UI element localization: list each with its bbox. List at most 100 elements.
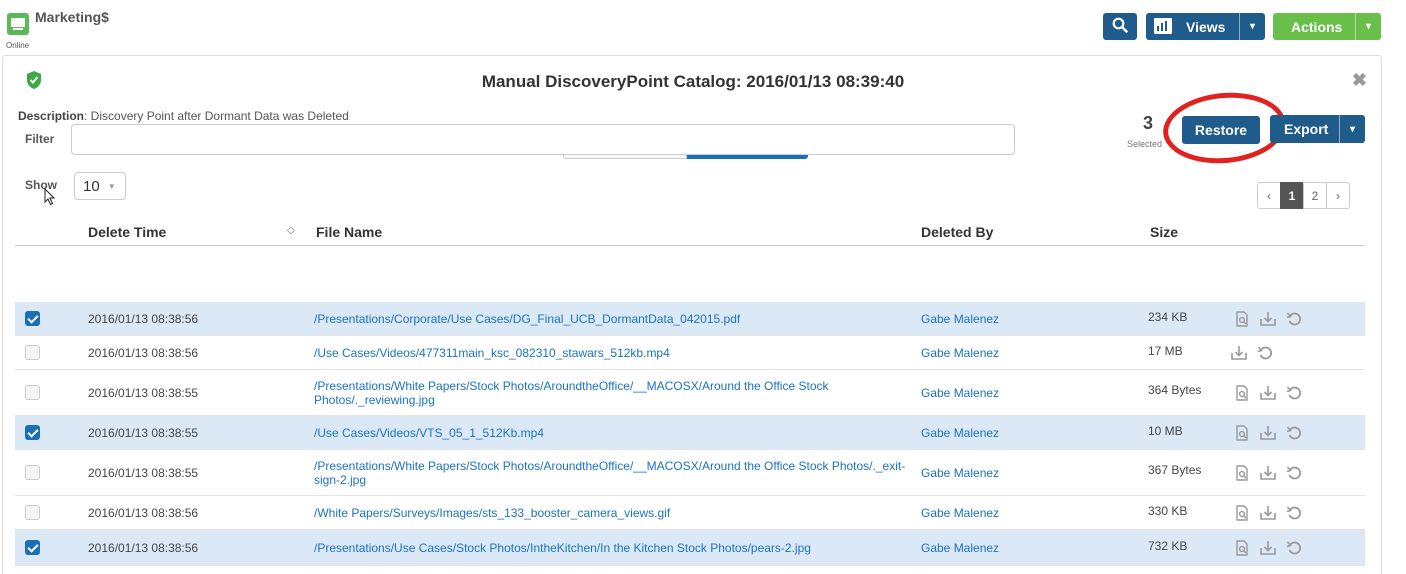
table-header: Delete Time ◇ File Name Deleted By Size bbox=[15, 218, 1365, 246]
export-label: Export bbox=[1284, 121, 1329, 137]
restore-icon[interactable] bbox=[1285, 539, 1303, 557]
download-icon[interactable] bbox=[1259, 464, 1277, 482]
deleted-by-link[interactable]: Gabe Malenez bbox=[921, 312, 999, 326]
deleted-by-link[interactable]: Gabe Malenez bbox=[921, 386, 999, 400]
filter-input[interactable] bbox=[71, 124, 1015, 155]
column-file-name[interactable]: File Name bbox=[316, 224, 382, 240]
chevron-down-icon: ▼ bbox=[107, 181, 116, 191]
actions-button[interactable]: Actions ▾ bbox=[1273, 13, 1381, 40]
column-deleted-by[interactable]: Deleted By bbox=[921, 224, 993, 240]
file-name-link[interactable]: /Use Cases/Videos/477311main_ksc_082310_… bbox=[314, 346, 906, 360]
pagination-page-2[interactable]: 2 bbox=[1303, 182, 1327, 209]
file-size: 234 KB bbox=[1148, 310, 1188, 324]
file-name-link[interactable]: /White Papers/Surveys/Images/sts_133_boo… bbox=[314, 506, 906, 520]
network-share-icon bbox=[7, 13, 29, 35]
file-name-link[interactable]: /Presentations/White Papers/Stock Photos… bbox=[314, 459, 906, 487]
delete-time: 2016/01/13 08:38:56 bbox=[88, 541, 199, 555]
page-size-value: 10 bbox=[83, 177, 100, 195]
table-row[interactable]: 2016/01/13 08:38:56/White Papers/Surveys… bbox=[15, 496, 1365, 530]
restore-icon[interactable] bbox=[1285, 384, 1303, 402]
file-name-link[interactable]: /Use Cases/Videos/VTS_05_1_512Kb.mp4 bbox=[314, 426, 906, 440]
restore-icon[interactable] bbox=[1285, 464, 1303, 482]
description-text: : Discovery Point after Dormant Data was… bbox=[84, 109, 349, 123]
deleted-by-link[interactable]: Gabe Malenez bbox=[921, 426, 999, 440]
download-icon[interactable] bbox=[1259, 310, 1277, 328]
row-checkbox[interactable] bbox=[25, 345, 40, 360]
file-size: 17 MB bbox=[1148, 344, 1183, 358]
deleted-by-link[interactable]: Gabe Malenez bbox=[921, 346, 999, 360]
column-delete-time[interactable]: Delete Time bbox=[88, 224, 166, 240]
pagination-page-1[interactable]: 1 bbox=[1280, 182, 1304, 209]
caret-down-icon[interactable]: ▾ bbox=[1239, 13, 1265, 40]
file-size: 732 KB bbox=[1148, 539, 1188, 553]
sort-icon[interactable]: ◇ bbox=[287, 225, 295, 236]
mouse-cursor-icon bbox=[44, 187, 56, 209]
pagination-next[interactable]: › bbox=[1326, 182, 1350, 209]
pagination: ‹ 1 2 › bbox=[1257, 182, 1350, 209]
column-size[interactable]: Size bbox=[1150, 224, 1178, 240]
views-button[interactable]: Views ▾ bbox=[1146, 13, 1265, 40]
description-label: Description bbox=[18, 109, 85, 123]
table-row[interactable]: 2016/01/13 08:38:56/Use Cases/Videos/477… bbox=[15, 336, 1365, 370]
download-icon[interactable] bbox=[1259, 424, 1277, 442]
file-name-link[interactable]: /Presentations/White Papers/Stock Photos… bbox=[314, 379, 906, 407]
preview-icon[interactable] bbox=[1233, 384, 1251, 402]
row-checkbox[interactable] bbox=[25, 425, 40, 440]
delete-time: 2016/01/13 08:38:55 bbox=[88, 386, 199, 400]
file-name-link[interactable]: /Presentations/Use Cases/Stock Photos/In… bbox=[314, 541, 906, 555]
share-status: Online bbox=[6, 41, 30, 50]
row-actions bbox=[1230, 344, 1274, 362]
caret-down-icon[interactable]: ▾ bbox=[1355, 13, 1381, 40]
download-icon[interactable] bbox=[1259, 384, 1277, 402]
preview-icon[interactable] bbox=[1233, 310, 1251, 328]
file-name-link[interactable]: /Presentations/Corporate/Use Cases/DG_Fi… bbox=[314, 312, 906, 326]
restore-icon[interactable] bbox=[1285, 424, 1303, 442]
bar-chart-icon bbox=[1154, 18, 1172, 34]
table-row[interactable]: 2016/01/13 08:38:55/Presentations/White … bbox=[15, 370, 1365, 416]
restore-icon[interactable] bbox=[1256, 344, 1274, 362]
delete-time: 2016/01/13 08:38:56 bbox=[88, 506, 199, 520]
pagination-prev[interactable]: ‹ bbox=[1257, 182, 1281, 209]
deleted-by-link[interactable]: Gabe Malenez bbox=[921, 506, 999, 520]
row-actions bbox=[1233, 424, 1303, 442]
selected-label: Selected bbox=[1127, 139, 1163, 149]
share-name: Marketing$ bbox=[35, 9, 109, 25]
file-size: 364 Bytes bbox=[1148, 383, 1202, 397]
file-size: 10 MB bbox=[1148, 424, 1183, 438]
deleted-by-link[interactable]: Gabe Malenez bbox=[921, 466, 999, 480]
preview-icon[interactable] bbox=[1233, 424, 1251, 442]
file-size: 330 KB bbox=[1148, 504, 1188, 518]
deleted-by-link[interactable]: Gabe Malenez bbox=[921, 541, 999, 555]
preview-icon[interactable] bbox=[1233, 464, 1251, 482]
download-icon[interactable] bbox=[1230, 344, 1248, 362]
page-title: Manual DiscoveryPoint Catalog: 2016/01/1… bbox=[481, 72, 905, 91]
actions-label: Actions bbox=[1291, 18, 1343, 35]
download-icon[interactable] bbox=[1259, 504, 1277, 522]
description: Description: Discovery Point after Dorma… bbox=[18, 109, 349, 123]
preview-icon[interactable] bbox=[1233, 504, 1251, 522]
row-checkbox[interactable] bbox=[25, 311, 40, 326]
search-button[interactable] bbox=[1103, 13, 1137, 40]
row-checkbox[interactable] bbox=[25, 540, 40, 555]
restore-icon[interactable] bbox=[1285, 504, 1303, 522]
delete-time: 2016/01/13 08:38:56 bbox=[88, 312, 199, 326]
download-icon[interactable] bbox=[1259, 539, 1277, 557]
page-size-select[interactable]: 10 ▼ bbox=[74, 172, 126, 200]
row-checkbox[interactable] bbox=[25, 385, 40, 400]
export-button[interactable]: Export ▾ bbox=[1270, 115, 1365, 143]
restore-icon[interactable] bbox=[1285, 310, 1303, 328]
row-checkbox[interactable] bbox=[25, 505, 40, 520]
table-row[interactable]: 2016/01/13 08:38:56/Presentations/Use Ca… bbox=[15, 530, 1365, 566]
row-checkbox[interactable] bbox=[25, 465, 40, 480]
row-actions bbox=[1233, 539, 1303, 557]
table-row[interactable]: 2016/01/13 08:38:55/Use Cases/Videos/VTS… bbox=[15, 416, 1365, 450]
views-label: Views bbox=[1186, 18, 1226, 35]
preview-icon[interactable] bbox=[1233, 539, 1251, 557]
delete-time: 2016/01/13 08:38:56 bbox=[88, 346, 199, 360]
close-icon[interactable]: ✖ bbox=[1352, 70, 1367, 91]
table-row[interactable]: 2016/01/13 08:38:56/Presentations/Corpor… bbox=[15, 302, 1365, 336]
row-actions bbox=[1233, 464, 1303, 482]
filter-label: Filter bbox=[25, 132, 55, 146]
caret-down-icon[interactable]: ▾ bbox=[1339, 115, 1365, 143]
table-row[interactable]: 2016/01/13 08:38:55/Presentations/White … bbox=[15, 450, 1365, 496]
